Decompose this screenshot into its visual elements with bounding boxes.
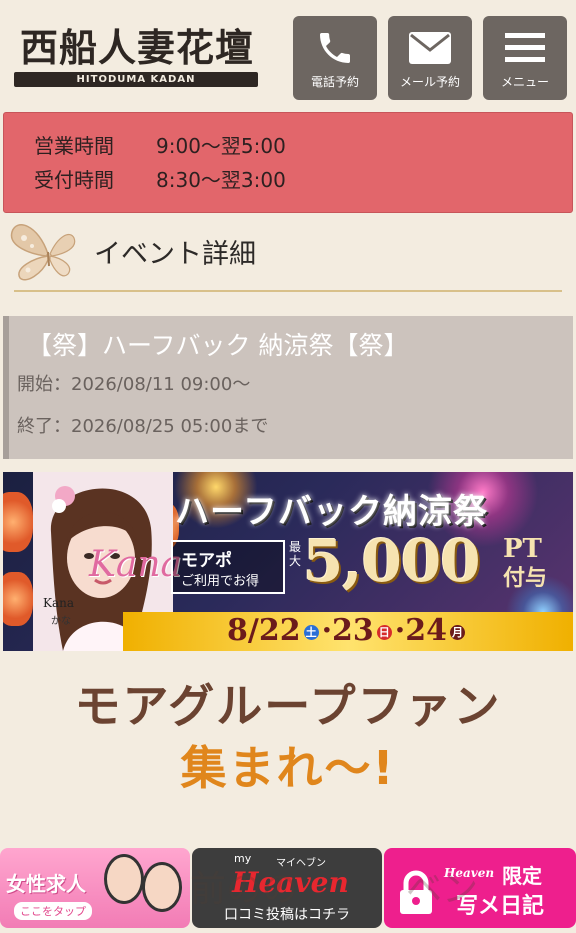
- event-end: 終了：2026/08/25 05:00まで: [17, 416, 269, 437]
- overlay-faded-text: 前のの ベン: [190, 869, 479, 910]
- menu-button[interactable]: メニュー: [483, 16, 567, 100]
- event-start: 開始：2026/08/11 09:00〜: [17, 374, 251, 395]
- point-unit: PT: [503, 534, 542, 564]
- event-dates: 8/22 土 ·23 日 ·24 月: [227, 613, 465, 648]
- reception-hours-label: 受付時間: [34, 168, 114, 192]
- model-script-name: Kana: [89, 544, 183, 585]
- mascot-avatar: [142, 862, 182, 912]
- model-name: Kana: [43, 596, 75, 610]
- banner-title: ハーフバック納涼祭: [175, 492, 488, 532]
- mail-reservation-button[interactable]: メール予約: [388, 16, 472, 100]
- section-title: イベント詳細: [94, 239, 256, 270]
- moapo-label: モアポ: [181, 551, 232, 571]
- recruit-button[interactable]: 女性求人 ここをタップ: [0, 848, 190, 928]
- lantern-decoration: [3, 572, 33, 626]
- lantern-decoration: [3, 492, 33, 552]
- weekday-badge: 土: [303, 624, 319, 640]
- section-underline: [14, 290, 562, 292]
- date-bar: 8/22 土 ·23 日 ·24 月: [123, 612, 573, 651]
- recruit-label: 女性求人: [6, 872, 86, 896]
- butterfly-icon: [8, 218, 90, 284]
- reception-hours-row: 受付時間 8:30〜翌3:00: [34, 165, 286, 195]
- date-1: 8/22: [227, 613, 301, 648]
- weekday-badge: 月: [450, 624, 465, 640]
- mail-reservation-label: メール予約: [399, 75, 460, 89]
- recruit-sub: ここをタップ: [14, 902, 92, 920]
- event-info-card: 【祭】ハーフバック 納涼祭【祭】 開始：2026/08/11 09:00〜 終了…: [3, 316, 573, 459]
- business-hours-row: 営業時間 9:00〜翌5:00: [34, 131, 286, 161]
- logo-subtitle: HITODUMA KADAN: [14, 72, 258, 87]
- menu-label: メニュー: [500, 75, 549, 89]
- phone-icon: [293, 26, 377, 70]
- business-hours-value: 9:00〜翌5:00: [156, 134, 286, 158]
- event-banner[interactable]: Kana Kana かな ハーフバック納涼祭 モアポ ご利用でお得 最大 5,0…: [3, 472, 573, 651]
- date-3: 24: [405, 613, 447, 648]
- logo-title: 西船人妻花壇: [20, 25, 255, 70]
- tel-reservation-label: 電話予約: [310, 75, 359, 89]
- headline-line-1: モアグループファン: [74, 679, 502, 733]
- bottom-nav-bar: 女性求人 ここをタップ my マイヘブン Heaven 口コミ投稿はコチラ He…: [0, 848, 576, 933]
- mail-icon: [388, 26, 472, 70]
- headline-line-2: 集まれ〜!: [180, 741, 396, 795]
- event-title: 【祭】ハーフバック 納涼祭【祭】: [27, 331, 409, 360]
- hamburger-icon: [483, 26, 567, 70]
- reception-hours-value: 8:30〜翌3:00: [156, 168, 286, 192]
- mascot-avatar: [104, 854, 144, 904]
- diary-line-1: 限定: [502, 864, 542, 888]
- model-name-kana: かな: [51, 616, 71, 627]
- moapo-box: モアポ ご利用でお得: [171, 540, 285, 594]
- site-logo[interactable]: 西船人妻花壇 HITODUMA KADAN: [14, 26, 258, 88]
- date-2: 23: [332, 613, 374, 648]
- weekday-badge: 日: [376, 624, 392, 640]
- grant-label: 付与: [503, 565, 548, 591]
- section-heading: イベント詳細: [0, 218, 576, 292]
- tel-reservation-button[interactable]: 電話予約: [293, 16, 377, 100]
- business-hours-panel: 営業時間 9:00〜翌5:00 受付時間 8:30〜翌3:00: [3, 112, 573, 213]
- moapo-sub: ご利用でお得: [181, 574, 260, 589]
- business-hours-label: 営業時間: [34, 134, 114, 158]
- site-header: 西船人妻花壇 HITODUMA KADAN 電話予約 メール予約 メニュー: [0, 0, 576, 108]
- point-amount: 5,000: [303, 527, 481, 595]
